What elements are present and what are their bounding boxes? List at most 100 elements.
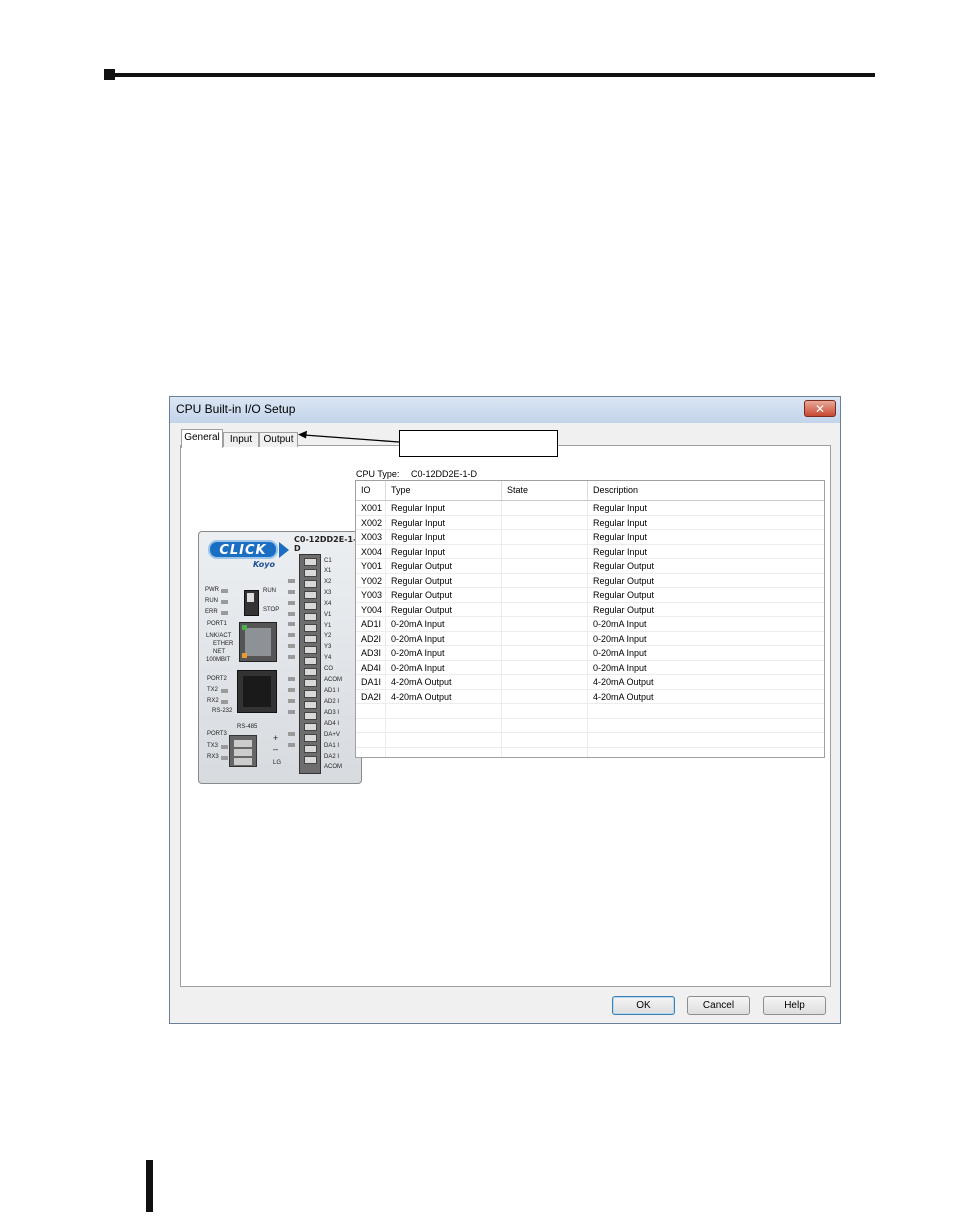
table-row[interactable]: Y002 Regular Output Regular Output <box>356 573 824 588</box>
cell-state[interactable] <box>502 573 588 588</box>
cell-type[interactable]: Regular Input <box>386 501 502 515</box>
cell-type[interactable]: Regular Input <box>386 530 502 544</box>
cell-state[interactable] <box>502 602 588 617</box>
help-button[interactable]: Help <box>763 996 826 1015</box>
table-row[interactable]: DA2I 4-20mA Output 4-20mA Output <box>356 689 824 704</box>
cell-io[interactable]: Y004 <box>356 602 386 617</box>
cell-io[interactable]: Y002 <box>356 573 386 588</box>
cell-io[interactable] <box>356 733 386 747</box>
cell-description[interactable]: Regular Output <box>588 603 824 617</box>
cell-io[interactable]: DA2I <box>356 689 386 704</box>
table-row[interactable]: X001 Regular Input Regular Input <box>356 501 824 516</box>
cell-state[interactable] <box>502 559 588 573</box>
cell-state[interactable] <box>502 675 588 689</box>
column-header-description[interactable]: Description <box>588 481 824 500</box>
cell-io[interactable] <box>356 718 386 733</box>
cancel-button[interactable]: Cancel <box>687 996 750 1015</box>
cell-io[interactable]: AD4I <box>356 660 386 675</box>
cell-state[interactable] <box>502 501 588 515</box>
cell-description[interactable]: 0-20mA Input <box>588 632 824 646</box>
column-header-io[interactable]: IO <box>356 481 386 500</box>
close-button[interactable]: ✕ <box>804 400 836 417</box>
cell-type[interactable]: Regular Input <box>386 544 502 559</box>
tab-input[interactable]: Input <box>223 432 259 447</box>
cell-type[interactable]: 0-20mA Input <box>386 646 502 660</box>
cell-io[interactable] <box>356 747 386 757</box>
cell-description[interactable]: 4-20mA Output <box>588 690 824 704</box>
cell-type[interactable] <box>386 718 502 733</box>
cell-description[interactable]: Regular Input <box>588 516 824 530</box>
cell-description[interactable]: Regular Output <box>588 559 824 573</box>
cell-io[interactable]: Y001 <box>356 559 386 573</box>
table-row[interactable]: Y001 Regular Output Regular Output <box>356 559 824 574</box>
table-row[interactable]: DA1I 4-20mA Output 4-20mA Output <box>356 675 824 690</box>
cell-description[interactable] <box>588 733 824 747</box>
cell-state[interactable] <box>502 747 588 757</box>
ok-button[interactable]: OK <box>612 996 675 1015</box>
column-header-state[interactable]: State <box>502 481 588 500</box>
cell-io[interactable]: DA1I <box>356 675 386 689</box>
cell-description[interactable] <box>588 704 824 718</box>
table-row[interactable]: Y003 Regular Output Regular Output <box>356 588 824 603</box>
cell-type[interactable]: Regular Output <box>386 588 502 602</box>
cell-io[interactable]: X001 <box>356 501 386 515</box>
cell-state[interactable] <box>502 544 588 559</box>
cell-io[interactable]: X003 <box>356 530 386 544</box>
cell-type[interactable]: 0-20mA Input <box>386 631 502 646</box>
table-row[interactable] <box>356 733 824 748</box>
cell-description[interactable]: Regular Input <box>588 545 824 559</box>
cell-type[interactable] <box>386 747 502 757</box>
cell-state[interactable] <box>502 646 588 660</box>
table-row[interactable]: AD3I 0-20mA Input 0-20mA Input <box>356 646 824 661</box>
table-row[interactable] <box>356 704 824 719</box>
cell-type[interactable]: 4-20mA Output <box>386 675 502 689</box>
cell-state[interactable] <box>502 617 588 631</box>
table-row[interactable]: AD2I 0-20mA Input 0-20mA Input <box>356 631 824 646</box>
column-header-type[interactable]: Type <box>386 481 502 500</box>
cell-type[interactable] <box>386 704 502 718</box>
cell-description[interactable]: 0-20mA Input <box>588 661 824 675</box>
cell-state[interactable] <box>502 530 588 544</box>
cell-state[interactable] <box>502 588 588 602</box>
cell-state[interactable] <box>502 631 588 646</box>
cell-description[interactable]: Regular Output <box>588 588 824 602</box>
cell-type[interactable]: Regular Input <box>386 515 502 530</box>
table-row[interactable]: X002 Regular Input Regular Input <box>356 515 824 530</box>
cell-type[interactable]: 4-20mA Output <box>386 689 502 704</box>
cell-description[interactable]: 0-20mA Input <box>588 646 824 660</box>
cell-description[interactable]: 0-20mA Input <box>588 617 824 631</box>
cell-state[interactable] <box>502 660 588 675</box>
cell-description[interactable]: 4-20mA Output <box>588 675 824 689</box>
cell-description[interactable] <box>588 748 824 758</box>
cell-io[interactable]: X004 <box>356 544 386 559</box>
io-table[interactable]: IO Type State Description X001 Regular In… <box>355 480 825 758</box>
cell-io[interactable]: AD1I <box>356 617 386 631</box>
cell-state[interactable] <box>502 515 588 530</box>
cell-io[interactable]: Y003 <box>356 588 386 602</box>
cell-description[interactable] <box>588 719 824 733</box>
cell-state[interactable] <box>502 689 588 704</box>
table-row[interactable] <box>356 718 824 733</box>
table-row[interactable] <box>356 747 824 758</box>
cell-type[interactable]: Regular Output <box>386 559 502 573</box>
cell-description[interactable]: Regular Input <box>588 501 824 515</box>
cell-type[interactable]: 0-20mA Input <box>386 617 502 631</box>
table-row[interactable]: X004 Regular Input Regular Input <box>356 544 824 559</box>
cell-io[interactable]: AD3I <box>356 646 386 660</box>
cell-type[interactable]: Regular Output <box>386 573 502 588</box>
cell-type[interactable] <box>386 733 502 747</box>
table-row[interactable]: AD1I 0-20mA Input 0-20mA Input <box>356 617 824 632</box>
table-row[interactable]: AD4I 0-20mA Input 0-20mA Input <box>356 660 824 675</box>
tab-output[interactable]: Output <box>259 432 298 447</box>
cell-description[interactable]: Regular Input <box>588 530 824 544</box>
cell-state[interactable] <box>502 733 588 747</box>
cell-io[interactable]: X002 <box>356 515 386 530</box>
table-row[interactable]: Y004 Regular Output Regular Output <box>356 602 824 617</box>
cell-type[interactable]: 0-20mA Input <box>386 660 502 675</box>
cell-type[interactable]: Regular Output <box>386 602 502 617</box>
cell-io[interactable]: AD2I <box>356 631 386 646</box>
cell-state[interactable] <box>502 718 588 733</box>
cell-state[interactable] <box>502 704 588 718</box>
dialog-titlebar[interactable]: CPU Built-in I/O Setup ✕ <box>170 397 840 423</box>
cell-description[interactable]: Regular Output <box>588 574 824 588</box>
